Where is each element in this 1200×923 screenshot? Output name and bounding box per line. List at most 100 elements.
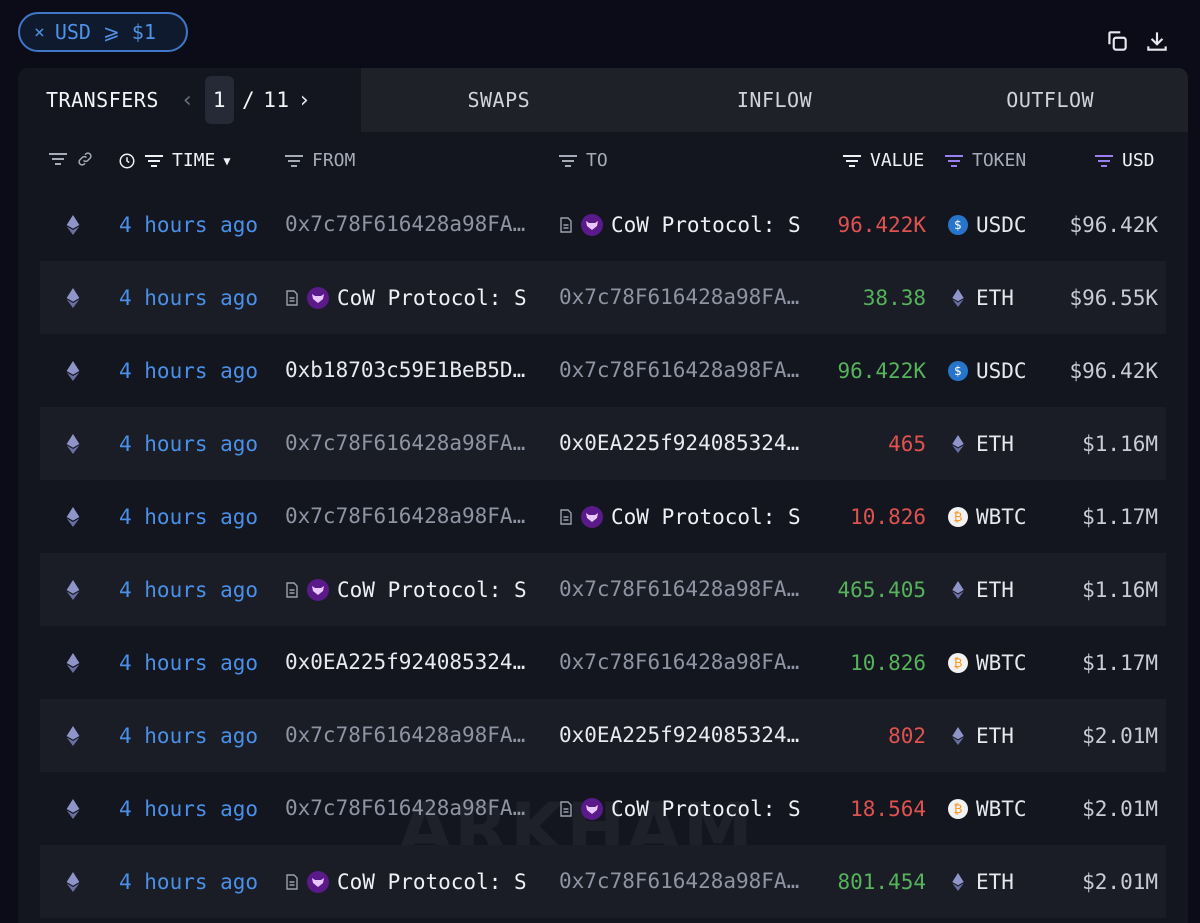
- token-cell[interactable]: ETH: [948, 699, 1014, 772]
- to-address[interactable]: 0x7c78F616428a98FA...: [559, 845, 817, 918]
- table-row[interactable]: 4 hours ago 0xb18703c59E1BeB5D... 0x7c78…: [18, 334, 1188, 407]
- tab-outflow[interactable]: OUTFLOW: [912, 68, 1188, 132]
- contract-document-icon: [285, 873, 299, 890]
- eth-icon: [948, 726, 968, 745]
- value-amount: 465.405: [837, 577, 926, 602]
- from-address[interactable]: 0x7c78F616428a98FA...: [285, 407, 543, 480]
- filter-icon[interactable]: [284, 153, 304, 169]
- to-column-header[interactable]: TO: [558, 150, 608, 171]
- table-row[interactable]: 4 hours ago 0x7c78F616428a98FA... 0x0EA2…: [40, 699, 1166, 772]
- table-row[interactable]: 4 hours ago 0x7c78F616428a98FA... CoW Pr…: [18, 772, 1188, 845]
- to-address[interactable]: 0x0EA225f924085324...: [559, 699, 817, 772]
- copy-icon[interactable]: [1104, 28, 1130, 54]
- table-row[interactable]: 4 hours ago 0x0EA225f924085324... 0x7c78…: [18, 626, 1188, 699]
- table-row[interactable]: 4 hours ago CoW Protocol: S 0x7c78F61642…: [40, 845, 1166, 918]
- usd-column-header[interactable]: USD: [1094, 150, 1155, 171]
- token-symbol: ETH: [976, 431, 1014, 456]
- to-address[interactable]: 0x7c78F616428a98FA...: [559, 261, 817, 334]
- filter-icon[interactable]: [558, 153, 578, 169]
- clock-icon[interactable]: [118, 152, 136, 170]
- chevron-right-icon[interactable]: ›: [297, 88, 313, 113]
- to-address[interactable]: 0x7c78F616428a98FA...: [559, 553, 817, 626]
- filter-active-icon[interactable]: [944, 153, 964, 169]
- usd-value: $2.01M: [1082, 869, 1158, 894]
- from-address[interactable]: 0x0EA225f924085324...: [285, 626, 543, 699]
- from-address[interactable]: 0x7c78F616428a98FA...: [285, 772, 543, 845]
- token-cell[interactable]: $ USDC: [948, 188, 1027, 261]
- download-icon[interactable]: [1144, 28, 1170, 54]
- usd-value: $1.16M: [1082, 577, 1158, 602]
- token-cell[interactable]: $ USDC: [948, 334, 1027, 407]
- to-address-text: 0x7c78F616428a98FA...: [559, 577, 809, 601]
- tab-inflow[interactable]: INFLOW: [637, 68, 913, 132]
- page-current[interactable]: 1: [204, 76, 235, 124]
- to-entity-name: CoW Protocol: S: [611, 212, 801, 237]
- token-cell[interactable]: ₿ WBTC: [948, 772, 1027, 845]
- from-column-header[interactable]: FROM: [284, 150, 355, 171]
- filter-icon[interactable]: [48, 151, 68, 167]
- value-amount: 10.826: [850, 504, 926, 529]
- table-row[interactable]: 4 hours ago CoW Protocol: S 0x7c78F61642…: [40, 261, 1166, 334]
- table-row[interactable]: 4 hours ago CoW Protocol: S 0x7c78F61642…: [40, 553, 1166, 626]
- time-link[interactable]: 4 hours ago: [119, 845, 258, 918]
- eth-icon: [948, 434, 968, 453]
- time-link[interactable]: 4 hours ago: [119, 699, 258, 772]
- filter-icon[interactable]: [842, 153, 862, 169]
- time-link[interactable]: 4 hours ago: [119, 480, 258, 553]
- table-row[interactable]: 4 hours ago 0x7c78F616428a98FA... CoW Pr…: [18, 188, 1188, 261]
- contract-document-icon: [559, 508, 573, 525]
- wbtc-icon: ₿: [948, 798, 968, 819]
- to-entity[interactable]: CoW Protocol: S: [559, 188, 817, 261]
- from-entity[interactable]: CoW Protocol: S: [285, 261, 543, 334]
- link-icon[interactable]: [76, 150, 94, 168]
- from-address[interactable]: 0x7c78F616428a98FA...: [285, 480, 543, 553]
- value-amount: 18.564: [850, 796, 926, 821]
- from-address[interactable]: 0x7c78F616428a98FA...: [285, 699, 543, 772]
- usd-value: $1.17M: [1082, 650, 1158, 675]
- chain-column-header[interactable]: [48, 150, 94, 168]
- usd-filter-chip[interactable]: × USD ⩾ $1: [18, 12, 188, 52]
- from-entity[interactable]: CoW Protocol: S: [285, 845, 543, 918]
- chevron-left-icon[interactable]: ‹: [181, 88, 197, 113]
- token-cell[interactable]: ₿ WBTC: [948, 626, 1027, 699]
- value-column-header[interactable]: VALUE: [842, 150, 924, 171]
- token-cell[interactable]: ETH: [948, 407, 1014, 480]
- to-address[interactable]: 0x0EA225f924085324...: [559, 407, 817, 480]
- time-link[interactable]: 4 hours ago: [119, 188, 258, 261]
- value-amount: 96.422K: [837, 358, 926, 383]
- time-link[interactable]: 4 hours ago: [119, 407, 258, 480]
- value-header-label: VALUE: [870, 150, 925, 171]
- token-cell[interactable]: ETH: [948, 261, 1014, 334]
- token-header-label: TOKEN: [972, 150, 1027, 171]
- token-cell[interactable]: ETH: [948, 845, 1014, 918]
- transfers-panel: TRANSFERS ‹ 1 / 11 › SWAPS INFLOW OUTFLO…: [18, 68, 1188, 923]
- close-icon[interactable]: ×: [34, 22, 45, 43]
- table-row[interactable]: 4 hours ago 0x7c78F616428a98FA... 0x0EA2…: [40, 407, 1166, 480]
- to-entity[interactable]: CoW Protocol: S: [559, 772, 817, 845]
- filter-active-icon[interactable]: [1094, 153, 1114, 169]
- table-row[interactable]: 4 hours ago 0x7c78F616428a98FA... CoW Pr…: [18, 480, 1188, 553]
- tab-transfers[interactable]: TRANSFERS ‹ 1 / 11 ›: [18, 68, 361, 132]
- time-link[interactable]: 4 hours ago: [119, 261, 258, 334]
- from-address[interactable]: 0x7c78F616428a98FA...: [285, 188, 543, 261]
- token-cell[interactable]: ETH: [948, 553, 1014, 626]
- time-link[interactable]: 4 hours ago: [119, 772, 258, 845]
- from-entity[interactable]: CoW Protocol: S: [285, 553, 543, 626]
- ethereum-chain-icon: [66, 334, 80, 407]
- tab-swaps[interactable]: SWAPS: [361, 68, 637, 132]
- value-amount: 38.38: [862, 285, 926, 310]
- sort-down-icon[interactable]: ▼: [223, 154, 230, 168]
- to-address[interactable]: 0x7c78F616428a98FA...: [559, 626, 817, 699]
- from-address[interactable]: 0xb18703c59E1BeB5D...: [285, 334, 543, 407]
- time-column-header[interactable]: TIME ▼: [118, 150, 231, 171]
- to-entity[interactable]: CoW Protocol: S: [559, 480, 817, 553]
- time-link[interactable]: 4 hours ago: [119, 553, 258, 626]
- time-link[interactable]: 4 hours ago: [119, 334, 258, 407]
- token-cell[interactable]: ₿ WBTC: [948, 480, 1027, 553]
- time-link[interactable]: 4 hours ago: [119, 626, 258, 699]
- ethereum-chain-icon: [66, 772, 80, 845]
- token-column-header[interactable]: TOKEN: [944, 150, 1026, 171]
- filter-icon[interactable]: [144, 153, 164, 169]
- to-address[interactable]: 0x7c78F616428a98FA...: [559, 334, 817, 407]
- value-amount: 96.422K: [837, 212, 926, 237]
